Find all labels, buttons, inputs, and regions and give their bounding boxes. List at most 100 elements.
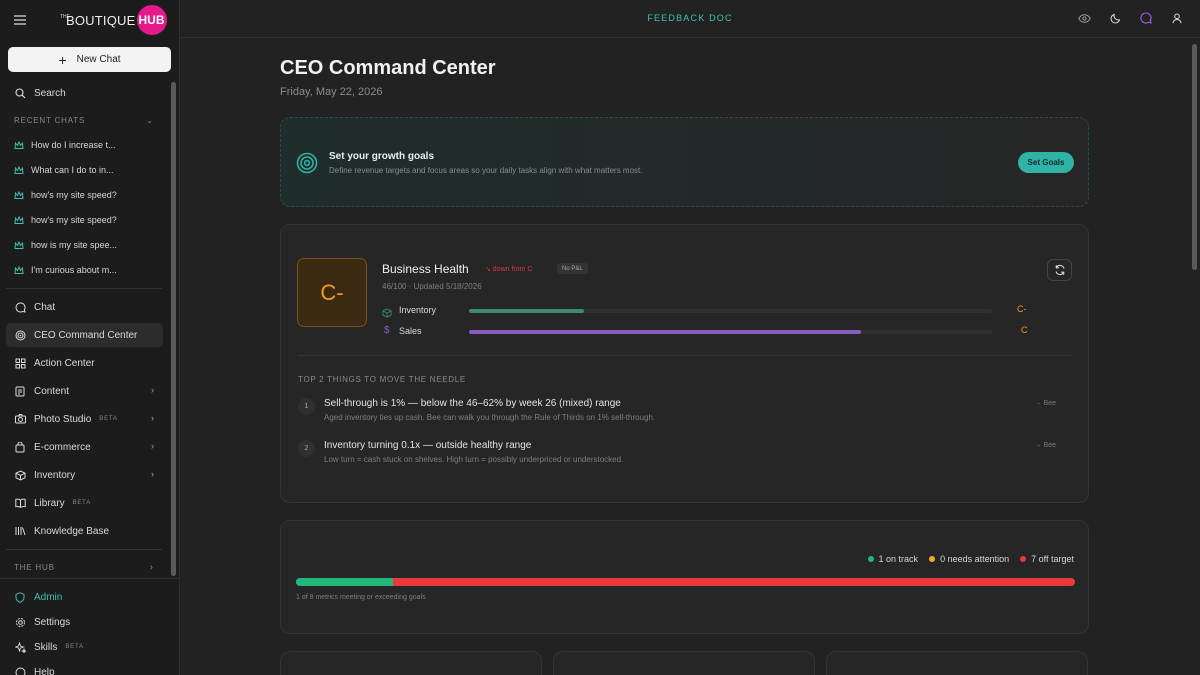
chat-bubble-icon[interactable] xyxy=(1139,11,1153,25)
sidebar-item-label: Content xyxy=(34,385,70,397)
recent-chat-label: I'm curious about m... xyxy=(31,265,117,275)
sidebar-item-label: Action Center xyxy=(34,357,95,369)
legend-off-target: 7 off target xyxy=(1020,554,1074,564)
sidebar-item-search[interactable]: Search xyxy=(6,81,163,105)
recent-chat-item[interactable]: What can I do to in... xyxy=(6,159,134,181)
health-meta: 46/100 · Updated 5/18/2026 xyxy=(382,282,482,291)
chevron-right-icon: › xyxy=(151,469,154,479)
recent-chat-item[interactable]: how's my site speed? xyxy=(6,209,134,231)
crown-icon xyxy=(14,140,24,150)
status-dot xyxy=(867,556,874,562)
traffic-card[interactable] xyxy=(280,651,542,675)
sidebar-item-skills[interactable]: Skills BETA xyxy=(6,635,163,659)
sidebar-item-knowledge-base[interactable]: Knowledge Base xyxy=(6,519,163,543)
sidebar-item-photo-studio[interactable]: Photo Studio BETA › xyxy=(6,407,163,431)
gear-icon xyxy=(14,616,26,628)
sidebar-item-label: Photo Studio xyxy=(34,413,92,425)
crown-icon xyxy=(14,240,24,250)
sidebar-item-settings[interactable]: Settings xyxy=(6,610,163,634)
beta-badge: BETA xyxy=(65,644,84,650)
help-icon xyxy=(14,666,26,675)
legend-on-track: 1 on track xyxy=(867,554,918,564)
legend-label: 7 off target xyxy=(1031,554,1074,564)
refresh-button[interactable] xyxy=(1047,259,1072,281)
sidebar-item-content[interactable]: Content › xyxy=(6,379,163,403)
shopping-bag-icon xyxy=(14,441,26,453)
inventory-card[interactable] xyxy=(553,651,815,675)
sidebar-item-action-center[interactable]: Action Center xyxy=(6,351,163,375)
brand-logo[interactable]: THE BOUTIQUE HUB xyxy=(60,5,167,35)
needle-section-title: TOP 2 THINGS TO MOVE THE NEEDLE xyxy=(298,375,466,384)
crown-icon xyxy=(14,165,24,175)
card-divider xyxy=(298,355,1072,356)
no-pl-badge: No P&L xyxy=(557,263,588,274)
target-icon xyxy=(296,152,318,174)
new-chat-label: New Chat xyxy=(76,54,121,65)
recent-collapse-chevron-icon[interactable]: ⌄ xyxy=(146,116,153,125)
sidebar-item-library[interactable]: Library BETA xyxy=(6,491,163,515)
metric-grade: C- xyxy=(1017,304,1027,314)
search-label: Search xyxy=(34,87,66,99)
metric-track xyxy=(469,330,992,334)
crown-icon xyxy=(14,215,24,225)
sidebar-item-chat[interactable]: Chat xyxy=(6,295,163,319)
sidebar-scrollbar[interactable] xyxy=(171,82,176,576)
beta-badge: BETA xyxy=(99,416,118,422)
metric-row-sales: $ Sales C xyxy=(382,325,1032,339)
needle-item[interactable]: 2 Inventory turning 0.1x — outside healt… xyxy=(298,437,1073,477)
eye-icon[interactable] xyxy=(1077,11,1091,25)
status-dot xyxy=(1020,556,1027,562)
status-legend: 1 on track 0 needs attention 7 off targe… xyxy=(867,554,1074,564)
metric-row-inventory: Inventory C- xyxy=(382,304,1032,318)
beta-badge: BETA xyxy=(72,500,92,506)
new-chat-button[interactable]: + New Chat xyxy=(8,47,171,72)
sidebar-item-ceo-command-center[interactable]: CEO Command Center xyxy=(6,323,163,347)
moon-icon[interactable] xyxy=(1108,11,1122,25)
chevron-right-icon: › xyxy=(151,441,154,451)
ask-bee-link[interactable]: → Bee xyxy=(1035,400,1056,407)
app: THE BOUTIQUE HUB + New Chat Search RECEN… xyxy=(0,0,1200,675)
sidebar-divider xyxy=(6,288,162,289)
goal-status-bar xyxy=(296,578,1075,586)
sidebar-item-inventory[interactable]: Inventory › xyxy=(6,463,163,487)
ask-bee-link[interactable]: → Bee xyxy=(1035,442,1056,449)
sales-card[interactable] xyxy=(826,651,1088,675)
status-dot xyxy=(929,556,936,562)
dollar-icon: $ xyxy=(384,325,390,336)
recent-chat-item[interactable]: How do I increase t... xyxy=(6,134,134,156)
page-date: Friday, May 22, 2026 xyxy=(280,86,383,98)
recent-chat-item[interactable]: how is my site spee... xyxy=(6,234,134,256)
sidebar-header: THE BOUTIQUE HUB xyxy=(0,0,179,40)
chevron-right-icon[interactable]: › xyxy=(150,562,153,573)
recent-chat-label: how's my site speed? xyxy=(31,190,117,200)
logo-hub-badge: HUB xyxy=(136,5,167,35)
needle-item[interactable]: 1 Sell-through is 1% — below the 46–62% … xyxy=(298,395,1073,435)
sidebar-item-admin[interactable]: Admin xyxy=(6,585,163,609)
menu-icon[interactable] xyxy=(8,8,32,32)
document-icon xyxy=(14,385,26,397)
page-scrollbar[interactable] xyxy=(1192,44,1197,270)
sidebar-item-label: Knowledge Base xyxy=(34,525,110,537)
user-icon[interactable] xyxy=(1170,11,1184,25)
sidebar-item-label: Skills xyxy=(34,641,58,653)
box-icon xyxy=(14,469,26,481)
recent-chat-item[interactable]: I'm curious about m... xyxy=(6,259,134,281)
sidebar: THE BOUTIQUE HUB + New Chat Search RECEN… xyxy=(0,0,180,675)
legend-label: 0 needs attention xyxy=(940,554,1010,564)
sidebar-item-e-commerce[interactable]: E-commerce › xyxy=(6,435,163,459)
camera-icon xyxy=(14,413,26,425)
feedback-doc-link[interactable]: FEEDBACK DOC xyxy=(180,13,1200,23)
book-icon xyxy=(14,497,26,509)
sidebar-item-label: CEO Command Center xyxy=(34,329,138,341)
metric-label: Sales xyxy=(399,326,422,336)
search-icon xyxy=(14,87,26,99)
refresh-icon xyxy=(1054,264,1065,276)
recent-chat-item[interactable]: how's my site speed? xyxy=(6,184,134,206)
set-goals-button[interactable]: Set Goals xyxy=(1018,152,1074,173)
books-icon xyxy=(14,525,26,537)
sidebar-item-help[interactable]: Help xyxy=(6,660,163,675)
business-health-card: C- Business Health ↘ down from C No P&L … xyxy=(280,224,1089,503)
metric-label: Inventory xyxy=(399,305,437,315)
page-title: CEO Command Center xyxy=(280,57,496,79)
health-grade-badge: C- xyxy=(297,258,367,327)
